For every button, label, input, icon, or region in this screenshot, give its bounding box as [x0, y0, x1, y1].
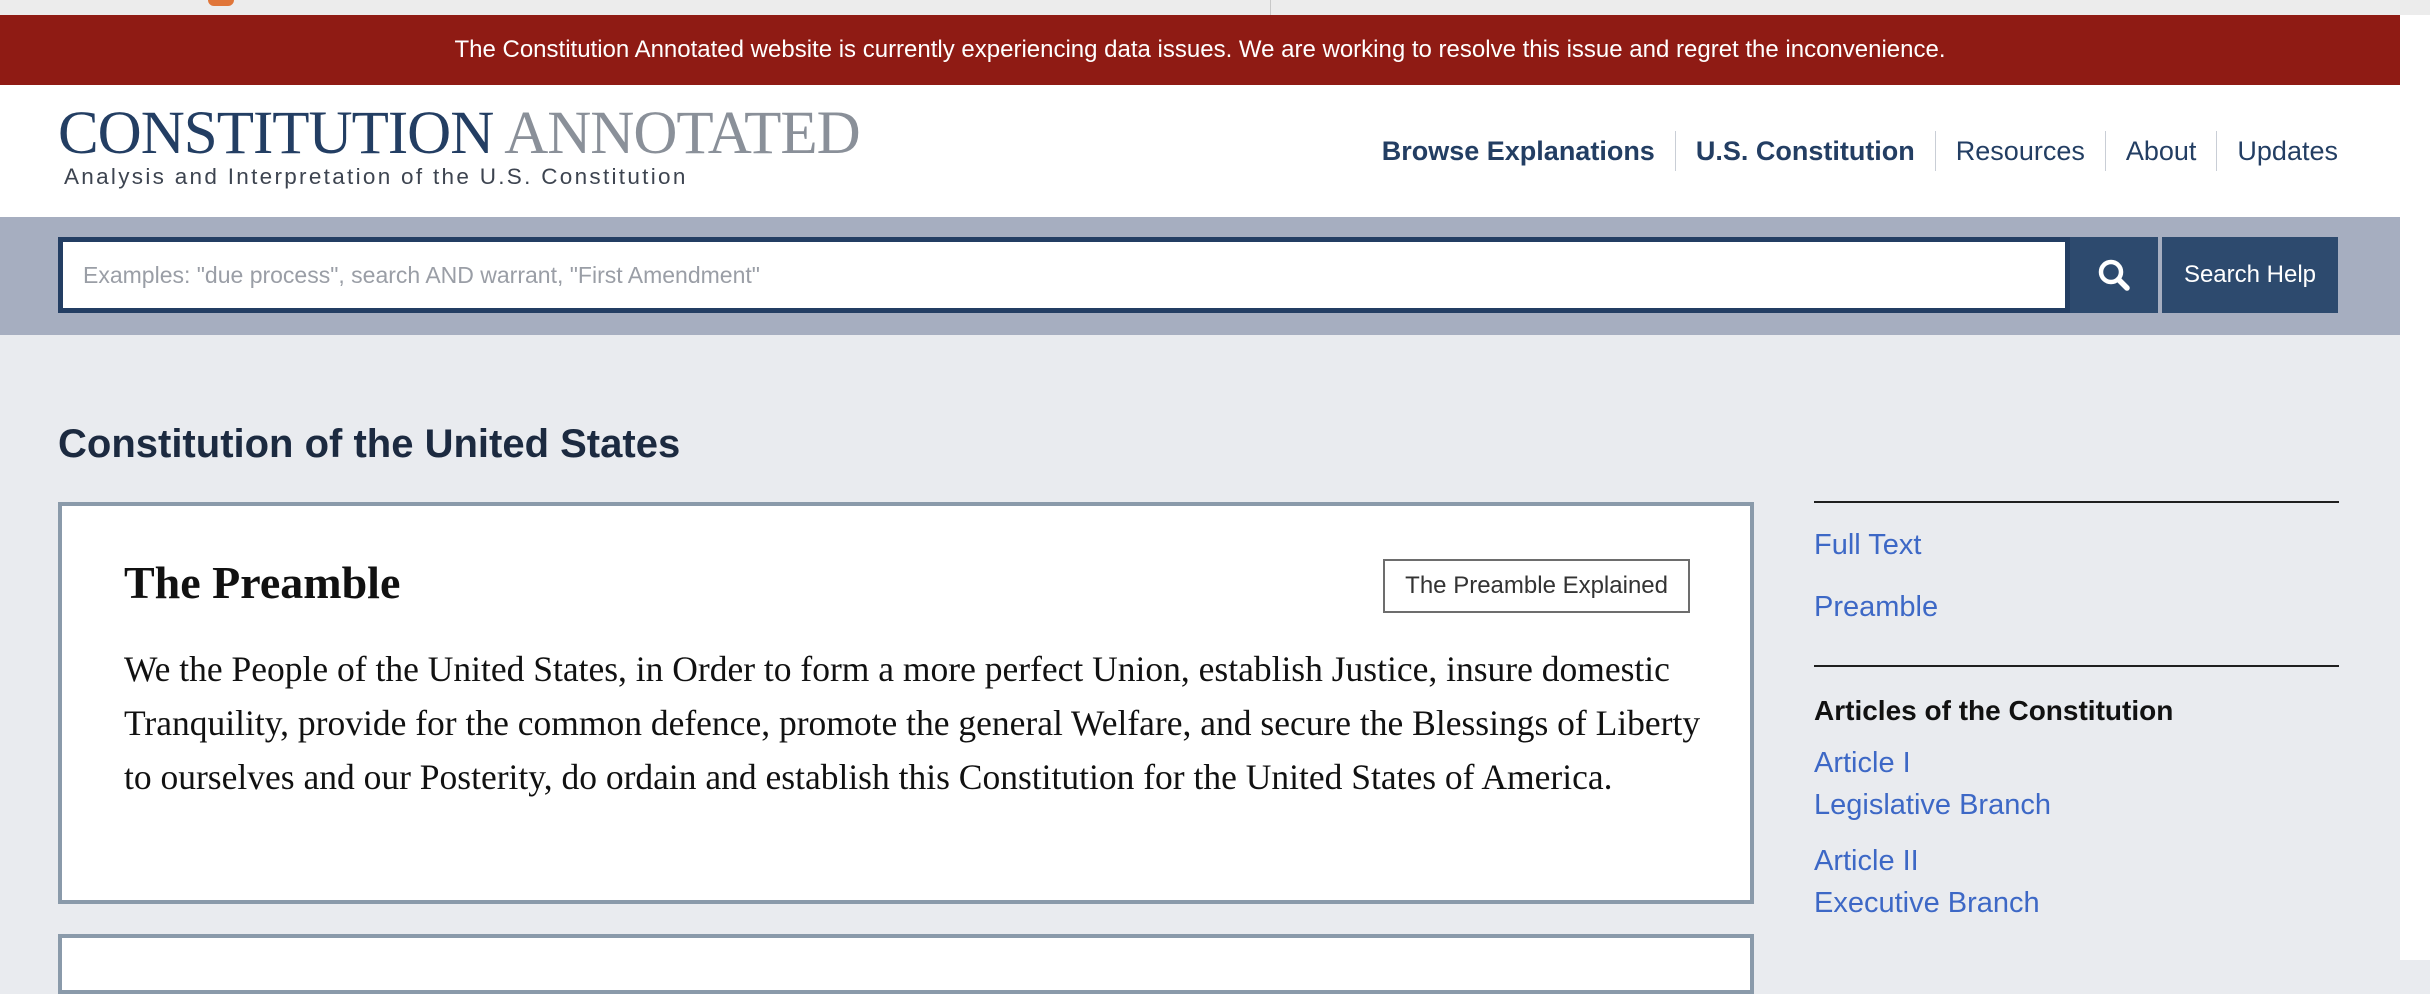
- sidebar-divider: [1814, 665, 2339, 667]
- preamble-card: The Preamble The Preamble Explained We t…: [58, 502, 1754, 904]
- preamble-text: We the People of the United States, in O…: [124, 649, 1701, 797]
- search-input[interactable]: [63, 242, 2053, 308]
- nav-about[interactable]: About: [2104, 131, 2217, 171]
- search-help-button[interactable]: Search Help: [2162, 237, 2338, 313]
- sidebar-link-article-1-subtitle[interactable]: Legislative Branch: [1814, 787, 2339, 823]
- search-submit-button[interactable]: [2070, 237, 2158, 313]
- articles-heading: Articles of the Constitution: [1814, 695, 2174, 726]
- alert-banner: The Constitution Annotated website is cu…: [0, 15, 2400, 85]
- logo-secondary-text: ANNOTATED: [504, 100, 860, 167]
- search-bar-region: Search Help: [0, 217, 2400, 335]
- browser-top-strip: [0, 0, 2430, 15]
- next-card: [58, 934, 1754, 994]
- sidebar-link-article-2-subtitle[interactable]: Executive Branch: [1814, 885, 2339, 921]
- page-title: Constitution of the United States: [58, 422, 681, 466]
- sidebar-link-article-1[interactable]: Article I: [1814, 745, 2339, 781]
- logo-wordmark: CONSTITUTION ANNOTATED: [58, 103, 861, 164]
- preamble-heading: The Preamble: [124, 557, 401, 608]
- sidebar-link-full-text[interactable]: Full Text: [1814, 527, 2339, 563]
- search-icon: [2098, 259, 2130, 291]
- alert-message: The Constitution Annotated website is cu…: [454, 36, 1946, 63]
- sidebar-divider: [1814, 501, 2339, 503]
- sidebar-link-preamble[interactable]: Preamble: [1814, 589, 2339, 625]
- logo-primary-text: CONSTITUTION: [58, 100, 494, 167]
- preamble-explained-button[interactable]: The Preamble Explained: [1383, 559, 1690, 613]
- scrollbar-track[interactable]: [2400, 15, 2430, 960]
- nav-browse-explanations[interactable]: Browse Explanations: [1362, 131, 1675, 171]
- logo-tagline: Analysis and Interpretation of the U.S. …: [64, 164, 688, 189]
- search-input-wrapper: [58, 237, 2070, 313]
- browser-tab-divider: [1270, 0, 1271, 15]
- site-logo[interactable]: CONSTITUTION ANNOTATED Analysis and Inte…: [58, 103, 861, 190]
- nav-updates[interactable]: Updates: [2216, 131, 2338, 171]
- browser-tab-icon: [208, 0, 234, 6]
- nav-us-constitution[interactable]: U.S. Constitution: [1674, 131, 1935, 171]
- sidebar-nav: Full Text Preamble Articles of the Const…: [1814, 501, 2339, 921]
- sidebar-link-article-2[interactable]: Article II: [1814, 843, 2339, 879]
- main-nav: Browse Explanations U.S. Constitution Re…: [1362, 131, 2338, 171]
- site-header: CONSTITUTION ANNOTATED Analysis and Inte…: [0, 85, 2400, 217]
- nav-resources[interactable]: Resources: [1934, 131, 2105, 171]
